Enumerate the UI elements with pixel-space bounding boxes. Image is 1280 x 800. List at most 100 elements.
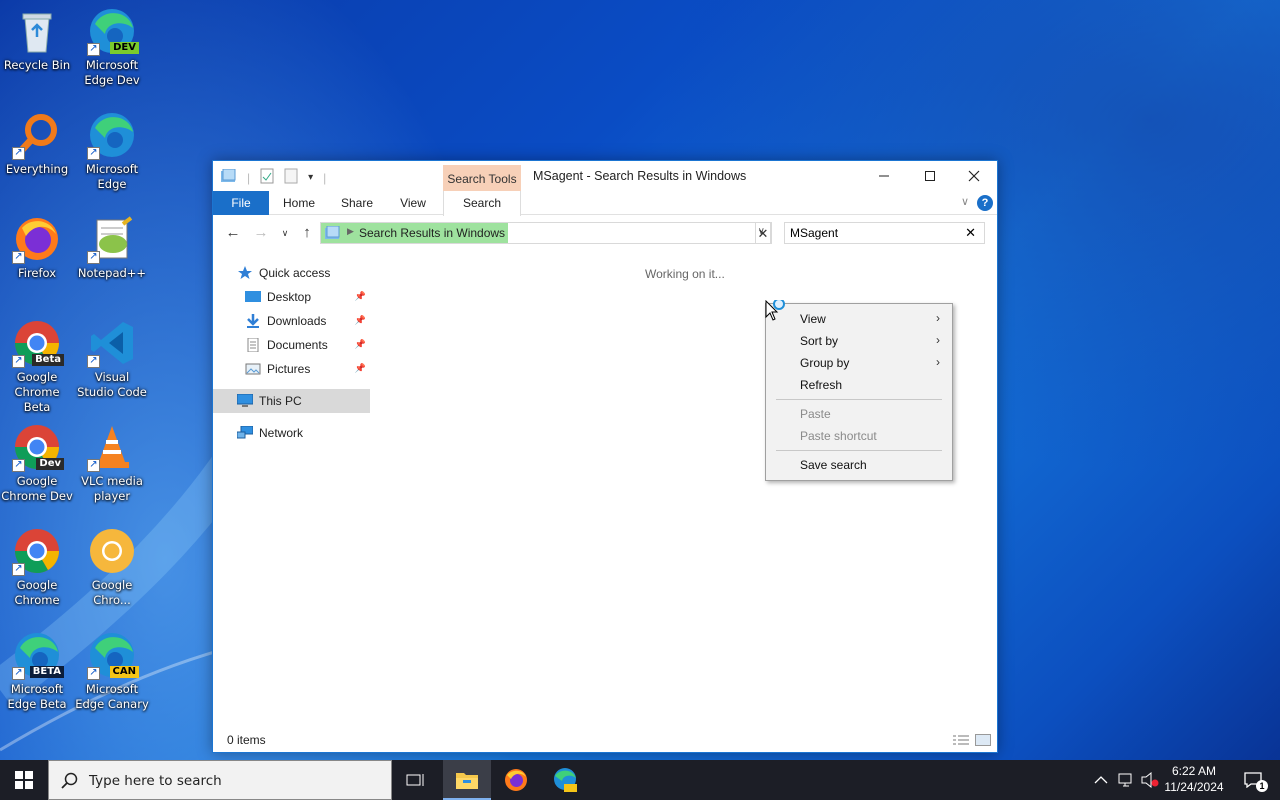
address-bar[interactable]: ▶ Search Results in Windows ∨: [320, 222, 772, 244]
nav-item-network[interactable]: Network: [213, 421, 373, 445]
navigation-bar: ← → ∨ ↑ ▶ Search Results in Windows ∨ ✕ …: [213, 219, 997, 247]
desktop-icon-edge-dev[interactable]: DEV ↗ Microsoft Edge Dev: [75, 0, 149, 100]
help-icon[interactable]: ?: [977, 195, 993, 211]
menu-item-paste-shortcut[interactable]: Paste shortcut: [800, 429, 877, 443]
firefox-icon: [505, 769, 527, 791]
clock-time: 6:22 AM: [1171, 764, 1217, 778]
back-button[interactable]: ←: [223, 223, 243, 243]
desktop-icon-label: Everything: [5, 162, 69, 176]
search-folder-icon: [325, 225, 341, 243]
desktop-icon-firefox[interactable]: ↗ Firefox: [0, 208, 74, 308]
desktop-icon-label: Microsoft Edge Dev: [84, 58, 140, 87]
expand-ribbon-icon[interactable]: ∨: [961, 195, 969, 208]
vlc-icon: ↗: [87, 422, 137, 472]
search-icon: [61, 772, 78, 789]
forward-button[interactable]: →: [251, 223, 271, 243]
menu-item-refresh[interactable]: Refresh: [800, 378, 842, 392]
tab-share[interactable]: Share: [333, 191, 381, 215]
properties-icon[interactable]: [260, 168, 274, 187]
pin-icon: 📌: [354, 291, 366, 301]
taskbar-firefox[interactable]: [492, 760, 540, 800]
close-button[interactable]: [951, 161, 997, 191]
search-input-value[interactable]: MSagent: [790, 226, 838, 240]
clear-search-icon[interactable]: ✕: [965, 225, 976, 241]
menu-item-sort-by[interactable]: Sort by: [800, 334, 838, 348]
pin-icon: 📌: [354, 339, 366, 349]
menu-item-save-search[interactable]: Save search: [800, 458, 867, 472]
shortcut-arrow-icon: ↗: [12, 459, 25, 472]
tab-home[interactable]: Home: [275, 191, 323, 215]
nav-item-this-pc[interactable]: This PC: [213, 389, 370, 413]
documents-icon: [245, 337, 261, 353]
action-center-button[interactable]: 1: [1238, 760, 1268, 800]
new-folder-icon[interactable]: [284, 168, 298, 187]
desktop-icon-chrome-beta[interactable]: Beta ↗ Google Chrome Beta: [0, 312, 74, 414]
desktop-icon-label: Microsoft Edge: [85, 162, 139, 191]
nav-item-downloads[interactable]: Downloads 📌: [213, 309, 370, 333]
system-clock[interactable]: 6:22 AM 11/24/2024: [1160, 763, 1228, 795]
up-button[interactable]: ↑: [297, 223, 317, 243]
edge-canary-icon: [554, 768, 577, 792]
desktop-icon-everything[interactable]: ↗ Everything: [0, 104, 74, 204]
desktop-icon-recycle-bin[interactable]: Recycle Bin: [0, 0, 74, 100]
details-view-icon[interactable]: [953, 734, 969, 746]
large-icons-view-icon[interactable]: [975, 734, 991, 746]
desktop-icon-chrome[interactable]: ↗ Google Chrome: [0, 520, 74, 620]
search-input[interactable]: MSagent ✕: [784, 222, 985, 244]
nav-item-pictures[interactable]: Pictures 📌: [213, 357, 370, 381]
nav-label: This PC: [259, 394, 302, 408]
tab-file[interactable]: File: [213, 191, 269, 215]
menu-item-paste[interactable]: Paste: [800, 407, 831, 421]
submenu-arrow-icon: ›: [936, 333, 940, 347]
desktop-icon-vscode[interactable]: ↗ Visual Studio Code: [75, 312, 149, 412]
breadcrumb-chevron-icon[interactable]: ▶: [347, 226, 354, 237]
desktop-icon-chrome-dev[interactable]: Dev ↗ Google Chrome Dev: [0, 416, 74, 516]
chrome-beta-icon: Beta ↗: [12, 318, 64, 368]
menu-separator: [776, 399, 942, 400]
close-icon: [968, 170, 980, 182]
desktop-icon-label: Google Chro...: [91, 578, 133, 607]
menu-item-view[interactable]: View: [800, 312, 826, 326]
desktop-icon-edge-canary[interactable]: CAN ↗ Microsoft Edge Canary: [75, 624, 149, 724]
desktop-icon-notepad-plus-plus[interactable]: ↗ Notepad++: [75, 208, 149, 308]
network-icon: [236, 425, 254, 440]
minimize-button[interactable]: [861, 161, 907, 191]
nav-item-documents[interactable]: Documents 📌: [213, 333, 370, 357]
nav-label: Desktop: [267, 290, 312, 304]
taskbar-file-explorer[interactable]: [443, 760, 491, 800]
maximize-button[interactable]: [907, 161, 953, 191]
taskbar-search-placeholder[interactable]: Type here to search: [89, 773, 222, 789]
tab-search[interactable]: Search: [443, 191, 521, 216]
customize-qat-icon[interactable]: ▾: [308, 172, 313, 183]
desktop-icon-vlc[interactable]: ↗ VLC media player: [75, 416, 149, 516]
volume-tray-button[interactable]: [1141, 760, 1159, 800]
start-button[interactable]: [0, 760, 48, 800]
taskbar-edge-canary[interactable]: [541, 760, 589, 800]
pictures-icon: [245, 362, 261, 376]
address-text[interactable]: Search Results in Windows: [359, 226, 505, 240]
folder-icon: [221, 168, 237, 186]
menu-item-group-by[interactable]: Group by: [800, 356, 849, 370]
taskbar-search-box[interactable]: Type here to search: [48, 760, 392, 800]
minimize-icon: [879, 175, 889, 177]
edge-beta-icon: BETA ↗: [12, 630, 64, 680]
show-hidden-icons-button[interactable]: [1094, 760, 1108, 800]
windows-logo-icon: [15, 771, 33, 789]
title-bar[interactable]: | ▾ | Search Tools MSagent - Search Resu…: [213, 161, 997, 191]
shortcut-arrow-icon: ↗: [87, 459, 100, 472]
tab-view[interactable]: View: [389, 191, 437, 215]
desktop-icon-label: Visual Studio Code: [77, 370, 147, 399]
stop-search-button[interactable]: ✕: [755, 222, 771, 244]
desktop-icon-edge[interactable]: ↗ Microsoft Edge: [75, 104, 149, 204]
shortcut-arrow-icon: ↗: [12, 147, 25, 160]
task-view-button[interactable]: [392, 760, 440, 800]
ribbon-tabs: File Home Share View Search ∨ ?: [213, 191, 997, 216]
desktop-icon-label: Recycle Bin: [3, 58, 71, 72]
desktop-icon-edge-beta[interactable]: BETA ↗ Microsoft Edge Beta: [0, 624, 74, 724]
recent-locations-button[interactable]: ∨: [275, 223, 295, 243]
nav-item-desktop[interactable]: Desktop 📌: [213, 285, 370, 309]
nav-item-quick-access[interactable]: Quick access: [213, 261, 373, 285]
network-tray-button[interactable]: [1117, 760, 1135, 800]
desktop-icon-chrome-canary[interactable]: Google Chro...: [75, 520, 149, 620]
